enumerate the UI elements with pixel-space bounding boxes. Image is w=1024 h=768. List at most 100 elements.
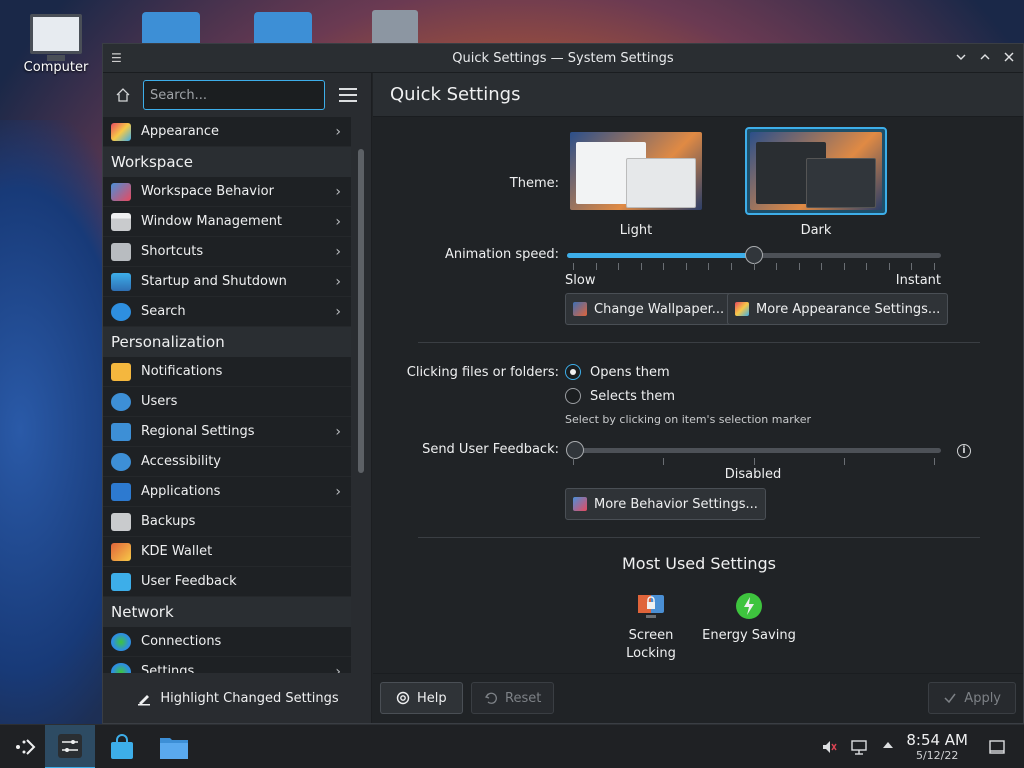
quick-settings-content: Theme: Light Dark Animation speed: Slow … — [373, 117, 1023, 673]
appearance-icon — [111, 122, 131, 141]
accessibility-icon — [111, 452, 131, 471]
sidebar-scrollbar[interactable] — [358, 149, 364, 473]
sidebar-item-appearance[interactable]: Appearance › — [103, 117, 351, 147]
clock[interactable]: 8:54 AM 5/12/22 — [906, 731, 968, 762]
more-behavior-button[interactable]: More Behavior Settings... — [565, 488, 766, 520]
send-feedback-label: Send User Feedback: — [422, 442, 559, 457]
energy-saving-icon — [734, 591, 764, 621]
screen-lock-icon — [636, 591, 666, 621]
help-icon — [396, 691, 410, 705]
home-icon[interactable] — [115, 87, 131, 103]
most-used-energy-saving[interactable]: Energy Saving — [699, 591, 799, 645]
taskbar-system-settings[interactable] — [45, 725, 95, 768]
apply-button[interactable]: Apply — [928, 682, 1016, 714]
opens-them-label: Opens them — [590, 365, 670, 380]
theme-light-caption: Light — [619, 223, 653, 238]
sidebar-item-label: Startup and Shutdown — [141, 274, 287, 289]
sidebar-item-label: Workspace Behavior — [141, 184, 274, 199]
apply-label: Apply — [964, 690, 1001, 706]
sidebar-section-header: Workspace — [103, 147, 351, 177]
highlight-changed-label: Highlight Changed Settings — [160, 690, 339, 706]
radio-selects-them[interactable] — [565, 388, 581, 404]
info-icon[interactable]: i — [957, 444, 971, 458]
sidebar-item-label: Users — [141, 394, 178, 409]
maximize-icon[interactable] — [977, 51, 993, 67]
taskbar-file-manager[interactable] — [149, 725, 199, 768]
bell-icon — [111, 362, 131, 381]
checkmark-icon — [944, 693, 956, 704]
highlight-changed-button[interactable]: Highlight Changed Settings — [103, 673, 372, 723]
steam-deck-launcher-icon — [16, 739, 36, 755]
feedback-slider-handle[interactable] — [566, 441, 584, 459]
theme-dark-caption: Dark — [800, 223, 832, 238]
window-title: Quick Settings — System Settings — [452, 50, 674, 66]
feedback-slider-ticks — [573, 458, 935, 466]
animation-speed-ticks — [573, 263, 935, 271]
clicking-files-label: Clicking files or folders: — [406, 365, 559, 380]
sidebar-item-connections[interactable]: Connections — [103, 627, 351, 657]
wallet-icon — [111, 542, 131, 561]
more-appearance-label: More Appearance Settings... — [756, 301, 941, 317]
sidebar-item-kde-wallet[interactable]: KDE Wallet — [103, 537, 351, 567]
minimize-icon[interactable] — [953, 51, 969, 67]
main-panel: Quick Settings Theme: Light Dark Animati… — [373, 73, 1023, 723]
main-footer: Help Reset Apply — [373, 673, 1023, 723]
sidebar-item-users[interactable]: Users — [103, 387, 351, 417]
search-input[interactable] — [143, 80, 325, 110]
more-appearance-button[interactable]: More Appearance Settings... — [727, 293, 949, 325]
volume-muted-icon[interactable] — [820, 738, 838, 756]
section-divider — [418, 342, 980, 343]
selects-them-label: Selects them — [590, 389, 676, 404]
window-titlebar[interactable]: ☰ Quick Settings — System Settings — [103, 44, 1023, 73]
sidebar-item-accessibility[interactable]: Accessibility — [103, 447, 351, 477]
window-management-icon — [111, 212, 131, 231]
chevron-right-icon: › — [335, 303, 341, 320]
app-launcher-button[interactable] — [0, 725, 50, 768]
search-icon — [111, 302, 131, 321]
sidebar-item-regional-settings[interactable]: Regional Settings › — [103, 417, 351, 447]
help-button[interactable]: Help — [380, 682, 463, 714]
hamburger-menu-icon[interactable] — [339, 88, 357, 102]
sidebar-item-startup-and-shutdown[interactable]: Startup and Shutdown › — [103, 267, 351, 297]
radio-opens-them[interactable] — [565, 364, 581, 380]
sidebar-item-window-management[interactable]: Window Management › — [103, 207, 351, 237]
taskbar-discover[interactable] — [97, 725, 147, 768]
change-wallpaper-button[interactable]: Change Wallpaper... — [565, 293, 733, 325]
animation-speed-slider[interactable] — [567, 246, 941, 264]
sidebar-item-shortcuts[interactable]: Shortcuts › — [103, 237, 351, 267]
globe-icon — [111, 662, 131, 673]
desktop-folder-icon[interactable] — [254, 12, 312, 44]
animation-instant-label: Instant — [895, 273, 941, 288]
desktop-computer-icon[interactable]: Computer — [16, 14, 96, 75]
sidebar-item-settings[interactable]: Settings › — [103, 657, 351, 673]
system-tray-expand-icon[interactable] — [879, 738, 897, 756]
close-icon[interactable] — [1001, 51, 1017, 67]
workspace-behavior-icon — [111, 182, 131, 201]
show-desktop-icon[interactable] — [988, 738, 1006, 756]
theme-light-thumbnail[interactable] — [565, 127, 707, 215]
most-used-screen-locking[interactable]: Screen Locking — [601, 591, 701, 663]
theme-dark-thumbnail[interactable] — [745, 127, 887, 215]
sidebar-item-workspace-behavior[interactable]: Workspace Behavior › — [103, 177, 351, 207]
reset-button[interactable]: Reset — [471, 682, 555, 714]
sidebar-item-notifications[interactable]: Notifications — [103, 357, 351, 387]
chevron-right-icon: › — [335, 483, 341, 500]
animation-speed-handle[interactable] — [745, 246, 763, 264]
folder-icon — [160, 738, 188, 759]
feedback-slider[interactable] — [566, 441, 941, 459]
sidebar-item-backups[interactable]: Backups — [103, 507, 351, 537]
chevron-right-icon: › — [335, 423, 341, 440]
appearance-icon — [735, 302, 749, 316]
chevron-right-icon: › — [335, 273, 341, 290]
screen-locking-label-2: Locking — [626, 646, 676, 661]
regional-icon — [111, 422, 131, 441]
sidebar-item-applications[interactable]: Applications › — [103, 477, 351, 507]
chevron-right-icon: › — [335, 243, 341, 260]
sidebar-item-user-feedback[interactable]: User Feedback — [103, 567, 351, 597]
energy-saving-label: Energy Saving — [702, 628, 796, 643]
desktop-trash-icon[interactable] — [372, 10, 418, 44]
sidebar-section-header: Network — [103, 597, 351, 627]
desktop-folder-icon[interactable] — [142, 12, 200, 44]
network-wired-icon[interactable] — [850, 738, 868, 756]
sidebar-item-search[interactable]: Search › — [103, 297, 351, 327]
